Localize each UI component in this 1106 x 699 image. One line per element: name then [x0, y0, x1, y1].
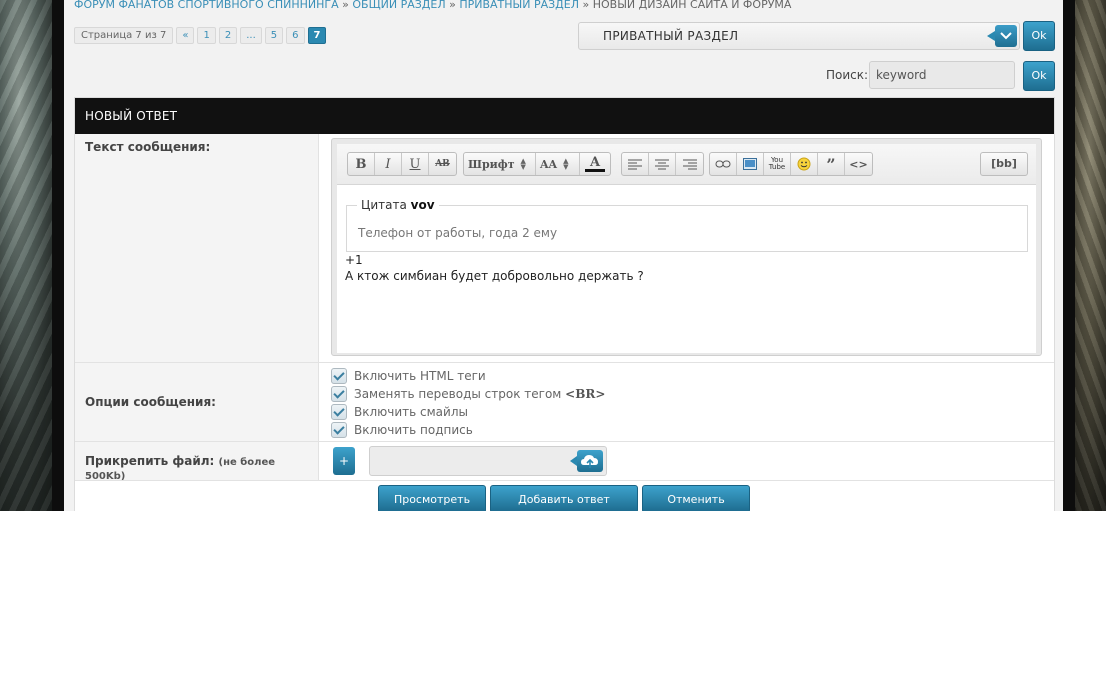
link-icon[interactable]: [710, 153, 737, 175]
frame-border-left: [52, 0, 64, 511]
message-label: Текст сообщения:: [75, 134, 319, 362]
pagination: Страница 7 из 7 « 1 2 ... 5 6 7: [74, 27, 327, 44]
submit-reply-button[interactable]: Добавить ответ: [490, 485, 638, 511]
smiley-icon[interactable]: [791, 153, 818, 175]
align-left-icon[interactable]: [622, 153, 649, 175]
breadcrumb-separator: »: [582, 0, 590, 11]
color-swatch: [585, 169, 605, 172]
chevron-down-icon[interactable]: [987, 25, 1017, 47]
page-link-2[interactable]: 2: [218, 27, 238, 44]
quote-icon[interactable]: ”: [818, 153, 845, 175]
page-link-5[interactable]: 5: [264, 27, 284, 44]
italic-button[interactable]: I: [375, 153, 402, 175]
breadcrumb-current: НОВЫЙ ДИЗАЙН САЙТА И ФОРУМА: [592, 0, 792, 11]
quote-text: Телефон от работы, года 2 ему: [358, 226, 558, 240]
forum-jump-ok-button[interactable]: Ok: [1023, 21, 1055, 51]
attach-label: Прикрепить файл: (не более 500Kb): [75, 442, 319, 482]
checkbox-checked[interactable]: [331, 386, 347, 402]
attach-row: Прикрепить файл: (не более 500Kb) +: [75, 441, 1054, 482]
br-tag: <BR>: [565, 387, 606, 401]
message-textarea[interactable]: Цитата vov Телефон от работы, года 2 ему…: [337, 185, 1036, 353]
font-select[interactable]: Шрифт ▲ ▼: [464, 153, 536, 175]
editor-toolbar: B I U AB Шрифт ▲ ▼ AA ▲ ▼ A You Tube ” <…: [337, 144, 1036, 185]
message-row: Текст сообщения: B I U AB Шрифт ▲ ▼ AA ▲…: [75, 134, 1054, 362]
underline-button[interactable]: U: [402, 153, 429, 175]
option-smilies[interactable]: Включить смайлы: [331, 403, 605, 421]
preview-button[interactable]: Просмотреть: [378, 485, 486, 511]
message-line: А ктож симбиан будет добровольно держать…: [345, 269, 644, 283]
page-ellipsis[interactable]: ...: [240, 27, 262, 44]
options-label: Опции сообщения:: [75, 363, 319, 442]
checkbox-checked[interactable]: [331, 404, 347, 420]
insert-group: You Tube ” <>: [709, 152, 873, 176]
align-group: [621, 152, 704, 176]
breadcrumb-link-private[interactable]: ПРИВАТНЫЙ РАЗДЕЛ: [459, 0, 579, 11]
page-info: Страница 7 из 7: [74, 27, 174, 44]
updown-icon: ▲ ▼: [563, 156, 569, 171]
breadcrumb-link-forum[interactable]: ФОРУМ ФАНАТОВ СПОРТИВНОГО СПИННИНГА: [74, 0, 339, 11]
option-signature[interactable]: Включить подпись: [331, 421, 605, 439]
file-input[interactable]: [369, 446, 607, 476]
quote-author: vov: [410, 198, 435, 212]
option-br[interactable]: Заменять переводы строк тегом <BR>: [331, 385, 605, 403]
bbcode-editor: B I U AB Шрифт ▲ ▼ AA ▲ ▼ A You Tube ” <…: [331, 138, 1042, 356]
breadcrumb: ФОРУМ ФАНАТОВ СПОРТИВНОГО СПИННИНГА » ОБ…: [74, 0, 791, 11]
align-right-icon[interactable]: [676, 153, 703, 175]
forum-jump-value: ПРИВАТНЫЙ РАЗДЕЛ: [603, 29, 739, 43]
code-icon[interactable]: <>: [845, 153, 872, 175]
strikethrough-button[interactable]: AB: [429, 153, 456, 175]
image-icon[interactable]: [737, 153, 764, 175]
forum-jump-select[interactable]: ПРИВАТНЫЙ РАЗДЕЛ: [578, 22, 1020, 50]
quote-title: Цитата vov: [357, 198, 439, 212]
main-content: ФОРУМ ФАНАТОВ СПОРТИВНОГО СПИННИНГА » ОБ…: [64, 0, 1063, 511]
search-ok-button[interactable]: Ok: [1023, 61, 1055, 91]
breadcrumb-separator: »: [342, 0, 349, 11]
checkbox-checked[interactable]: [331, 422, 347, 438]
message-line: +1: [345, 253, 363, 267]
options-list: Включить HTML теги Заменять переводы стр…: [331, 367, 605, 439]
page-current: 7: [307, 27, 327, 44]
option-html[interactable]: Включить HTML теги: [331, 367, 605, 385]
page-prev-link[interactable]: «: [176, 27, 195, 44]
form-title: НОВЫЙ ОТВЕТ: [75, 98, 1054, 134]
color-button[interactable]: A: [580, 153, 610, 175]
search-input[interactable]: keyword: [869, 61, 1015, 89]
font-group: Шрифт ▲ ▼ AA ▲ ▼ A: [463, 152, 611, 176]
cancel-button[interactable]: Отменить: [642, 485, 750, 511]
breadcrumb-link-general[interactable]: ОБЩИЙ РАЗДЕЛ: [352, 0, 445, 11]
quote-block: Цитата vov Телефон от работы, года 2 ему: [346, 198, 1028, 252]
bbcode-toggle-button[interactable]: [bb]: [980, 152, 1028, 176]
format-group: B I U AB: [347, 152, 457, 176]
actions-row: Просмотреть Добавить ответ Отменить: [75, 480, 1054, 511]
checkbox-checked[interactable]: [331, 368, 347, 384]
breadcrumb-separator: »: [449, 0, 456, 11]
add-attachment-button[interactable]: +: [333, 447, 355, 475]
bold-button[interactable]: B: [348, 153, 375, 175]
updown-icon: ▲ ▼: [520, 156, 526, 171]
frame-border-right: [1063, 0, 1075, 511]
search-label: Поиск:: [826, 68, 869, 82]
youtube-icon[interactable]: You Tube: [764, 153, 791, 175]
page-link-1[interactable]: 1: [197, 27, 216, 44]
align-center-icon[interactable]: [649, 153, 676, 175]
page-link-6[interactable]: 6: [286, 27, 305, 44]
reply-form: НОВЫЙ ОТВЕТ Текст сообщения: B I U AB Шр…: [74, 97, 1055, 511]
size-select[interactable]: AA ▲ ▼: [536, 153, 580, 175]
options-row: Опции сообщения: Включить HTML теги Заме…: [75, 362, 1054, 442]
cloud-upload-icon[interactable]: [570, 450, 603, 472]
